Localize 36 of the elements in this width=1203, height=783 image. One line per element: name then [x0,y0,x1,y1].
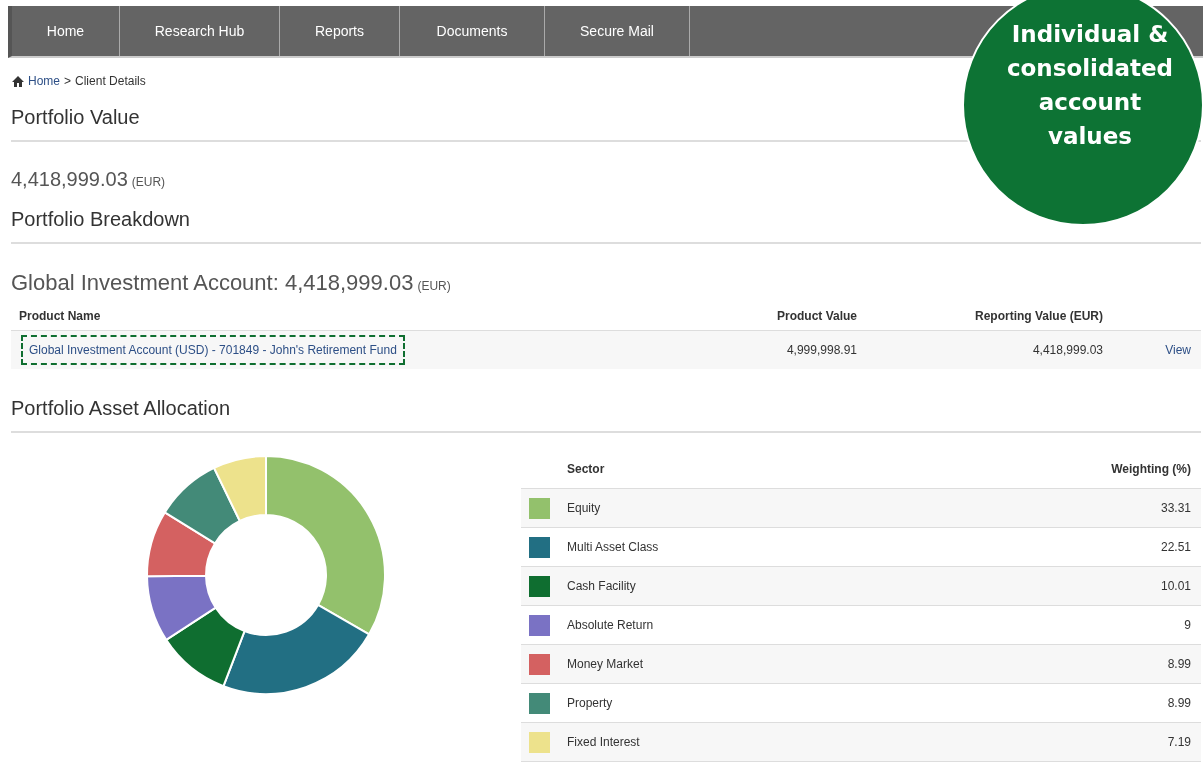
table-cell-text: 4,418,999.03 [1031,342,1103,359]
table-cell-text: 7.19 [1167,734,1192,751]
table-cell-text: Cash Facility [567,578,637,595]
table-cell-text: 8.99 [1167,695,1192,712]
callout-text: Individual & [1011,20,1169,49]
home-icon [12,75,24,87]
column-header: Weighting (%) [1111,460,1192,478]
table-cell-text: Multi Asset Class [567,539,660,556]
donut-slice [146,574,217,641]
column-header: Sector [566,460,606,478]
column-header: Product Value [775,307,857,325]
account-title: Global Investment Account: 4,418,999.03 [11,269,414,297]
table-cell-text: 4,999,998.91 [785,342,857,359]
currency-label: (EUR) [417,278,451,295]
view-link[interactable]: View [1103,341,1191,359]
table-cell-text: Money Market [567,656,645,673]
breadcrumb-current: Client Details [75,73,146,90]
breadcrumb-link[interactable]: Home [28,72,60,90]
table-cell-text: Equity [567,500,602,517]
breadcrumb-separator: > [64,73,72,90]
table-cell-text: Absolute Return [567,617,655,634]
table-cell-text: 8.99 [1167,656,1192,673]
table-cell-text: Property [567,695,614,712]
portfolio-amount: 4,418,999.03 [11,167,128,192]
currency-label: (EUR) [131,174,166,191]
column-header: Reporting Value (EUR) [974,307,1103,325]
table-cell-text: 33.31 [1160,500,1192,517]
product-link[interactable]: Global Investment Account (USD) - 701849 - John's Retirement Fund [21,335,405,365]
table-cell-text: 9 [1184,617,1192,634]
column-header: Product Name [18,307,102,325]
table-cell-text: 22.51 [1160,539,1192,556]
callout-text: consolidated [1006,54,1174,83]
section-heading: Portfolio Asset Allocation [11,393,1201,433]
table-cell-text: 10.01 [1160,578,1192,595]
donut-slice [146,511,216,578]
table-cell-text: Fixed Interest [567,734,641,751]
